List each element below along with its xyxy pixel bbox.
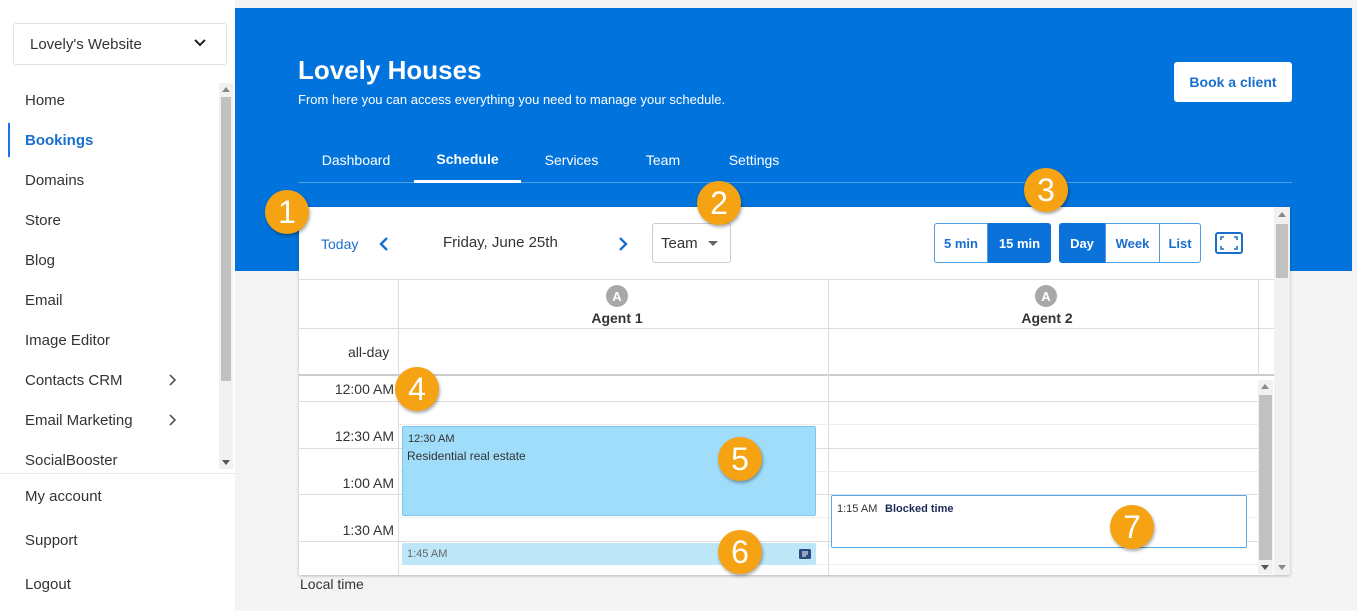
sidebar-item-label: Home <box>25 91 66 109</box>
timeline-scrollbar[interactable] <box>1258 380 1273 574</box>
scroll-up-arrow-icon[interactable] <box>222 87 230 92</box>
avatar: A <box>606 285 628 307</box>
sidebar-item-label: Image Editor <box>25 331 111 349</box>
sidebar-item-contacts-crm[interactable]: Contacts CRM <box>0 360 218 400</box>
time-label: 12:30 AM <box>334 428 394 444</box>
interval-15min-button[interactable]: 15 min <box>988 223 1051 263</box>
sidebar-item-label: Blog <box>25 251 56 269</box>
sidebar-item-store[interactable]: Store <box>0 200 218 240</box>
calendar-scrollbar[interactable] <box>1274 207 1290 575</box>
scroll-down-arrow-icon[interactable] <box>222 460 230 465</box>
chevron-right-icon <box>169 374 177 386</box>
support-link[interactable]: Support <box>25 532 78 549</box>
tab-dashboard[interactable]: Dashboard <box>298 138 414 182</box>
scrollbar-thumb[interactable] <box>1259 395 1272 560</box>
sidebar-item-email[interactable]: Email <box>0 280 218 320</box>
grid-line <box>398 279 399 575</box>
scroll-up-arrow-icon[interactable] <box>1278 212 1286 217</box>
sidebar-item-socialbooster[interactable]: SocialBooster <box>0 440 218 472</box>
event-title: Blocked time <box>885 503 954 515</box>
event-time: 1:45 AM <box>407 548 448 560</box>
view-list-button[interactable]: List <box>1159 223 1201 263</box>
view-day-button[interactable]: Day <box>1059 223 1105 263</box>
sidebar-nav: Home Bookings Domains Store Blog Email I… <box>0 80 235 472</box>
grid-line <box>299 328 1274 329</box>
view-week-button[interactable]: Week <box>1105 223 1160 263</box>
sidebar-item-label: Domains <box>25 171 85 189</box>
annotation-badge: 6 <box>718 530 762 574</box>
caret-down-icon <box>708 241 718 246</box>
sidebar: Lovely's Website Home Bookings Domains S… <box>0 0 235 611</box>
grid-line <box>828 279 829 575</box>
sidebar-item-home[interactable]: Home <box>0 80 218 120</box>
annotation-badge: 5 <box>718 437 762 481</box>
time-label: 12:00 AM <box>334 381 394 397</box>
view-select-dropdown[interactable]: Team <box>652 223 731 263</box>
tab-settings[interactable]: Settings <box>704 138 804 182</box>
chevron-right-icon <box>169 414 177 426</box>
divider <box>0 473 235 474</box>
logout-link[interactable]: Logout <box>25 576 71 593</box>
chevron-right-icon[interactable] <box>617 236 629 252</box>
sidebar-item-label: Email <box>25 291 63 309</box>
time-label: 1:00 AM <box>342 475 394 491</box>
interval-5min-button[interactable]: 5 min <box>934 223 988 263</box>
sidebar-item-image-editor[interactable]: Image Editor <box>0 320 218 360</box>
event-time: 1:15 AM <box>837 503 878 515</box>
grid-line <box>299 401 1258 402</box>
sidebar-item-blog[interactable]: Blog <box>0 240 218 280</box>
grid-line <box>299 279 1274 280</box>
scroll-up-arrow-icon[interactable] <box>1261 384 1269 389</box>
chevron-down-icon <box>194 39 206 47</box>
event-time: 12:30 AM <box>408 433 455 445</box>
annotation-badge: 3 <box>1024 168 1068 212</box>
tab-bar: Dashboard Schedule Services Team Setting… <box>298 138 1292 183</box>
annotation-badge: 2 <box>697 181 741 225</box>
sidebar-scrollbar[interactable] <box>219 83 233 469</box>
scroll-down-arrow-icon[interactable] <box>1261 565 1269 570</box>
page-title: Lovely Houses <box>298 55 482 85</box>
my-account-link[interactable]: My account <box>25 488 102 505</box>
agent-name: Agent 1 <box>591 310 643 326</box>
sidebar-item-email-marketing[interactable]: Email Marketing <box>0 400 218 440</box>
page-subtitle: From here you can access everything you … <box>298 92 726 107</box>
scroll-down-arrow-icon[interactable] <box>1278 565 1286 570</box>
time-label: 1:30 AM <box>342 522 394 538</box>
site-selector-label: Lovely's Website <box>30 35 142 53</box>
annotation-badge: 4 <box>395 367 439 411</box>
chevron-left-icon[interactable] <box>378 236 390 252</box>
today-button[interactable]: Today <box>321 236 358 252</box>
grid-line <box>1258 279 1259 375</box>
grid-line <box>299 374 1274 376</box>
avatar: A <box>1035 285 1057 307</box>
agent-name: Agent 2 <box>1021 310 1073 326</box>
event-title: Residential real estate <box>407 449 526 463</box>
annotation-badge: 7 <box>1110 505 1154 549</box>
annotation-badge: 1 <box>265 190 309 234</box>
fullscreen-icon[interactable] <box>1215 232 1243 254</box>
blocked-time-event[interactable]: 1:15 AM Blocked time <box>831 495 1247 548</box>
current-date: Friday, June 25th <box>443 234 558 251</box>
scrollbar-thumb[interactable] <box>221 97 231 381</box>
grid-line <box>399 424 1258 425</box>
local-time-label: Local time <box>300 576 364 592</box>
sidebar-item-label: Bookings <box>25 131 94 149</box>
tab-services[interactable]: Services <box>521 138 622 182</box>
sidebar-item-label: SocialBooster <box>25 451 118 469</box>
sidebar-item-label: Email Marketing <box>25 411 133 429</box>
sidebar-item-domains[interactable]: Domains <box>0 160 218 200</box>
sidebar-item-label: Contacts CRM <box>25 371 123 389</box>
view-select-label: Team <box>661 234 698 252</box>
note-icon <box>799 549 811 559</box>
site-selector[interactable]: Lovely's Website <box>13 23 227 65</box>
scrollbar-thumb[interactable] <box>1276 224 1288 278</box>
sidebar-item-label: Store <box>25 211 61 229</box>
tab-team[interactable]: Team <box>622 138 704 182</box>
sidebar-item-bookings[interactable]: Bookings <box>0 120 218 160</box>
book-client-button[interactable]: Book a client <box>1174 62 1292 102</box>
tab-schedule[interactable]: Schedule <box>414 138 521 183</box>
allday-label: all-day <box>348 344 390 360</box>
